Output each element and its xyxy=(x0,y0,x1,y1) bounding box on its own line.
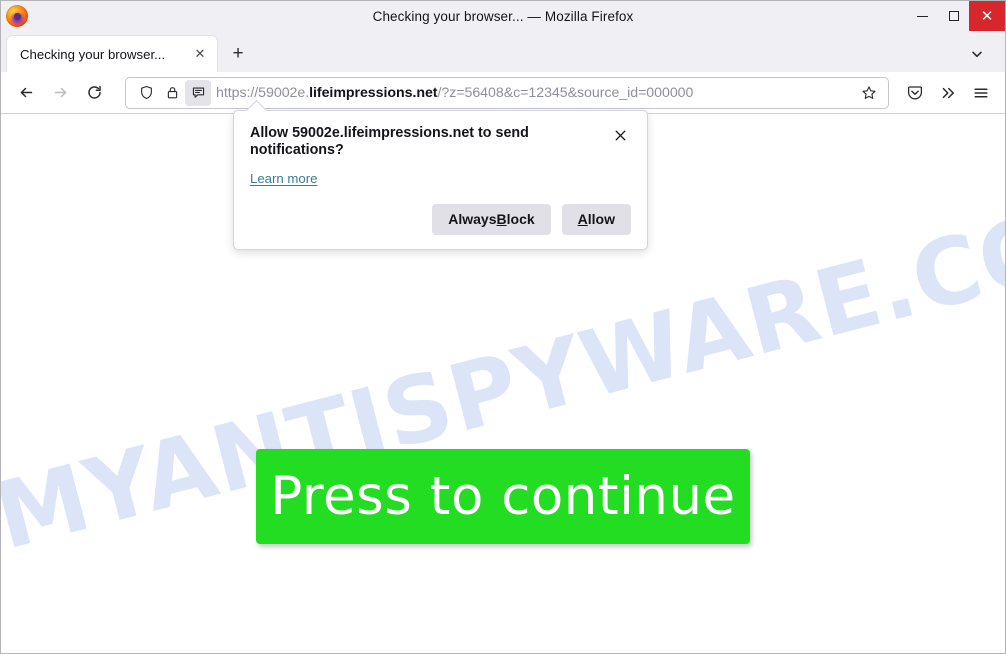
navigation-toolbar: https://59002e.lifeimpressions.net/?z=56… xyxy=(1,72,1005,114)
reload-icon xyxy=(87,85,101,99)
popup-header: Allow 59002e.lifeimpressions.net to send… xyxy=(250,125,631,160)
allow-accesskey: A xyxy=(577,211,588,228)
new-tab-button[interactable]: + xyxy=(223,39,253,69)
firefox-window: Checking your browser... — Mozilla Firef… xyxy=(0,0,1006,654)
tab-close-icon[interactable]: ✕ xyxy=(189,43,211,65)
minimize-button[interactable] xyxy=(907,1,938,31)
browser-tab[interactable]: Checking your browser... ✕ xyxy=(7,36,217,72)
popup-actions: Always Block Allow xyxy=(250,203,631,235)
chevron-down-icon xyxy=(972,51,982,58)
allow-suffix: llow xyxy=(587,211,615,228)
overflow-menu-button[interactable] xyxy=(931,77,964,109)
lock-icon[interactable] xyxy=(159,80,185,106)
minimize-icon xyxy=(917,15,928,17)
shield-icon[interactable] xyxy=(133,80,159,106)
close-icon: ✕ xyxy=(980,7,994,25)
reload-button[interactable] xyxy=(77,77,111,109)
url-text: https://59002e.lifeimpressions.net/?z=56… xyxy=(216,85,854,101)
address-bar[interactable]: https://59002e.lifeimpressions.net/?z=56… xyxy=(125,76,889,109)
url-domain: lifeimpressions.net xyxy=(309,84,438,101)
always-block-suffix: lock xyxy=(506,211,535,228)
popup-close-button[interactable] xyxy=(609,124,631,146)
tab-bar: Checking your browser... ✕ + xyxy=(1,31,1005,72)
maximize-button[interactable] xyxy=(938,1,969,31)
app-menu-button[interactable] xyxy=(964,77,997,109)
maximize-icon xyxy=(948,11,959,21)
window-controls: ✕ xyxy=(907,1,1005,31)
press-to-continue-button[interactable]: Press to continue xyxy=(256,449,750,544)
always-block-accesskey: B xyxy=(496,211,507,228)
hamburger-menu-icon xyxy=(973,87,988,98)
arrow-left-icon xyxy=(20,87,32,98)
url-scheme: https://59002e. xyxy=(216,84,310,101)
url-path: /?z=56408&c=12345&source_id=000000 xyxy=(437,84,694,101)
pocket-button[interactable] xyxy=(898,77,931,109)
back-button[interactable] xyxy=(9,77,43,109)
close-window-button[interactable]: ✕ xyxy=(969,1,1005,31)
title-bar: Checking your browser... — Mozilla Firef… xyxy=(1,1,1005,31)
tab-title: Checking your browser... xyxy=(20,46,166,62)
notification-permission-popup: Allow 59002e.lifeimpressions.net to send… xyxy=(233,110,648,250)
learn-more-link[interactable]: Learn more xyxy=(250,171,317,186)
chevron-double-right-icon xyxy=(942,87,954,98)
list-all-tabs-button[interactable] xyxy=(963,40,991,68)
always-block-button[interactable]: Always Block xyxy=(432,203,551,235)
always-block-prefix: Always xyxy=(448,211,497,228)
pocket-icon xyxy=(907,85,922,99)
forward-button[interactable] xyxy=(43,77,77,109)
window-title: Checking your browser... — Mozilla Firef… xyxy=(372,8,634,24)
notification-permission-icon[interactable] xyxy=(185,79,211,106)
firefox-logo-icon xyxy=(6,5,28,27)
bookmark-star-icon[interactable] xyxy=(856,80,882,106)
close-icon xyxy=(615,130,625,140)
allow-button[interactable]: Allow xyxy=(561,203,631,235)
press-to-continue-label: Press to continue xyxy=(270,466,736,527)
popup-title: Allow 59002e.lifeimpressions.net to send… xyxy=(250,125,529,159)
arrow-right-icon xyxy=(54,87,66,98)
